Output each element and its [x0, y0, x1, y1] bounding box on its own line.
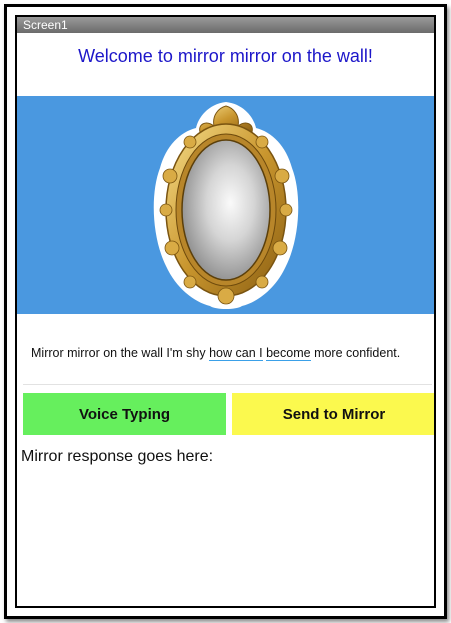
- mirror-response-label: Mirror response goes here:: [21, 448, 214, 465]
- app-screen: Screen1 Welcome to mirror mirror on the …: [15, 15, 436, 608]
- speech-text-box[interactable]: Mirror mirror on the wall I'm shy how ca…: [23, 339, 432, 385]
- screen-title-bar: Screen1: [17, 17, 434, 33]
- prompt-text: Mirror mirror on the wall I'm shy: [31, 346, 210, 360]
- prompt-underlined-word: become: [266, 346, 311, 361]
- prompt-text-end: more confident.: [310, 346, 401, 360]
- ornate-gold-mirror-icon: [153, 102, 299, 309]
- prompt-underlined-phrase: how can I: [209, 346, 263, 361]
- voice-typing-button[interactable]: Voice Typing: [23, 393, 226, 435]
- screen-title: Screen1: [23, 18, 68, 32]
- send-to-mirror-button[interactable]: Send to Mirror: [232, 393, 434, 435]
- mirror-image-panel: [17, 96, 434, 314]
- welcome-label: Welcome to mirror mirror on the wall!: [78, 46, 373, 66]
